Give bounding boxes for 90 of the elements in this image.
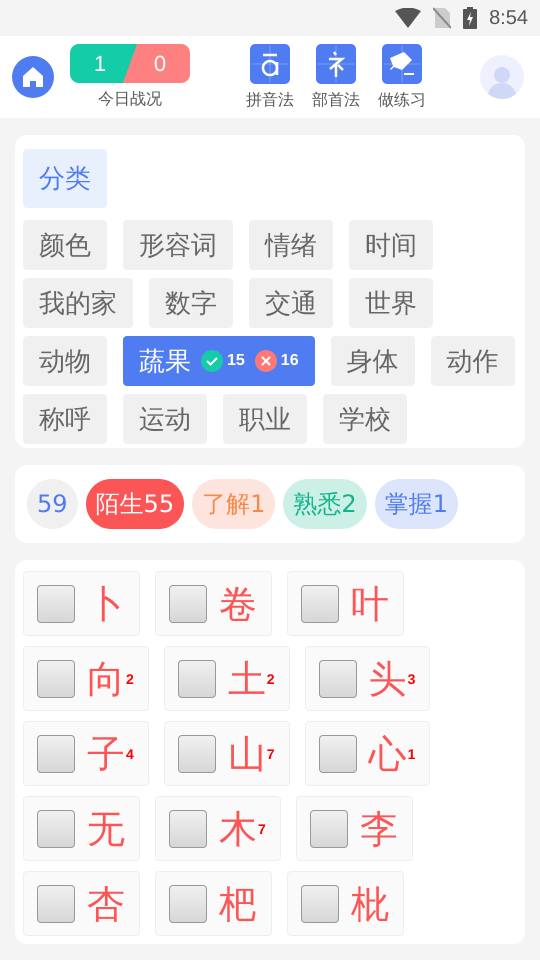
category-title: 分类 [23, 149, 107, 208]
pen-nib-icon [382, 44, 422, 84]
word-card[interactable]: 无 [23, 796, 140, 861]
wrong-score: 0 [154, 50, 166, 76]
category-label: 时间 [365, 230, 417, 262]
category-label: 颜色 [39, 230, 91, 262]
category-chip[interactable]: 世界 [349, 278, 433, 328]
checkbox[interactable] [37, 734, 75, 772]
cross-icon [254, 350, 277, 372]
tool-button[interactable]: 做练习 [378, 44, 426, 110]
category-chip[interactable]: 数字 [149, 278, 233, 328]
correct-count: 15 [227, 352, 245, 370]
category-label: 职业 [239, 404, 291, 436]
tool-button[interactable]: 部首法 [312, 44, 360, 110]
category-chip[interactable]: 颜色 [23, 220, 107, 270]
filter-pill[interactable]: 59 [27, 479, 78, 529]
checkbox[interactable] [37, 884, 75, 922]
word-character: 枇 [351, 884, 389, 922]
category-chip[interactable]: 形容词 [123, 220, 233, 270]
tool-button[interactable]: 拼音法 [246, 44, 294, 110]
category-chip[interactable]: 我的家 [23, 278, 133, 328]
filter-pill[interactable]: 陌生55 [86, 479, 184, 529]
category-chip[interactable]: 蔬果 15 16 [123, 336, 315, 386]
word-character: 杏 [87, 884, 125, 922]
filter-pill[interactable]: 了解1 [192, 479, 276, 529]
wrong-count: 16 [280, 352, 299, 370]
checkbox[interactable] [169, 810, 207, 848]
no-sim-icon [433, 7, 452, 29]
category-chip[interactable]: 动作 [430, 336, 515, 386]
word-card[interactable]: 枇 [287, 871, 404, 936]
category-chip[interactable]: 学校 [323, 394, 407, 444]
letter-a-icon [250, 44, 290, 84]
category-chip[interactable]: 情绪 [249, 220, 333, 270]
checkbox[interactable] [169, 584, 207, 622]
category-label: 学校 [339, 404, 391, 436]
checkbox[interactable] [37, 810, 75, 848]
category-label: 动作 [446, 346, 499, 378]
category-label: 动物 [39, 346, 91, 378]
category-label: 我的家 [39, 288, 117, 320]
checkbox[interactable] [178, 734, 216, 772]
word-card[interactable]: 杏 [23, 871, 140, 936]
word-card[interactable]: 叶 [287, 571, 404, 636]
word-character: 叶 [351, 584, 389, 622]
checkbox[interactable] [318, 734, 357, 772]
category-label: 情绪 [265, 230, 317, 262]
category-chip[interactable]: 身体 [330, 336, 415, 386]
category-label: 数字 [165, 288, 217, 320]
status-time: 8:54 [489, 6, 528, 30]
word-character: 无 [87, 810, 125, 848]
category-chip[interactable]: 称呼 [23, 394, 107, 444]
filter-pill[interactable]: 熟悉2 [283, 479, 367, 529]
home-button[interactable] [12, 56, 54, 98]
checkbox[interactable] [37, 660, 75, 698]
word-character: 李 [360, 810, 398, 848]
filter-pill[interactable]: 掌握1 [374, 479, 458, 529]
battery-icon [463, 7, 478, 29]
category-label: 交通 [265, 288, 317, 320]
word-card[interactable]: 李 [296, 796, 413, 861]
category-label: 形容词 [139, 230, 217, 262]
avatar[interactable] [480, 55, 524, 99]
word-card[interactable]: 卜 [23, 571, 140, 636]
score-label: 今日战况 [98, 89, 162, 110]
word-character: 卷 [219, 584, 257, 622]
category-label: 世界 [365, 288, 417, 320]
checkbox[interactable] [310, 810, 348, 848]
category-label: 蔬果 [139, 346, 191, 378]
category-chip[interactable]: 时间 [349, 220, 433, 270]
check-icon [201, 350, 223, 372]
category-chip[interactable]: 交通 [249, 278, 333, 328]
checkbox[interactable] [301, 584, 339, 622]
word-card[interactable]: 杷 [155, 871, 272, 936]
category-chip[interactable]: 动物 [23, 336, 107, 386]
word-card[interactable]: 卷 [155, 571, 272, 636]
category-chip[interactable]: 运动 [123, 394, 207, 444]
checkbox[interactable] [169, 884, 207, 922]
category-label: 身体 [346, 346, 399, 378]
person-icon [487, 65, 517, 99]
word-character: 杷 [219, 884, 257, 922]
wifi-icon [395, 8, 422, 28]
home-icon [21, 65, 45, 89]
checkbox[interactable] [318, 660, 357, 698]
word-character: 卜 [87, 584, 125, 622]
category-label: 运动 [139, 404, 191, 436]
category-chip[interactable]: 职业 [223, 394, 307, 444]
checkbox[interactable] [301, 884, 339, 922]
radical-icon [316, 44, 356, 84]
checkbox[interactable] [178, 660, 216, 698]
checkbox[interactable] [37, 584, 75, 622]
correct-score: 1 [94, 50, 106, 76]
category-label: 称呼 [39, 404, 91, 436]
